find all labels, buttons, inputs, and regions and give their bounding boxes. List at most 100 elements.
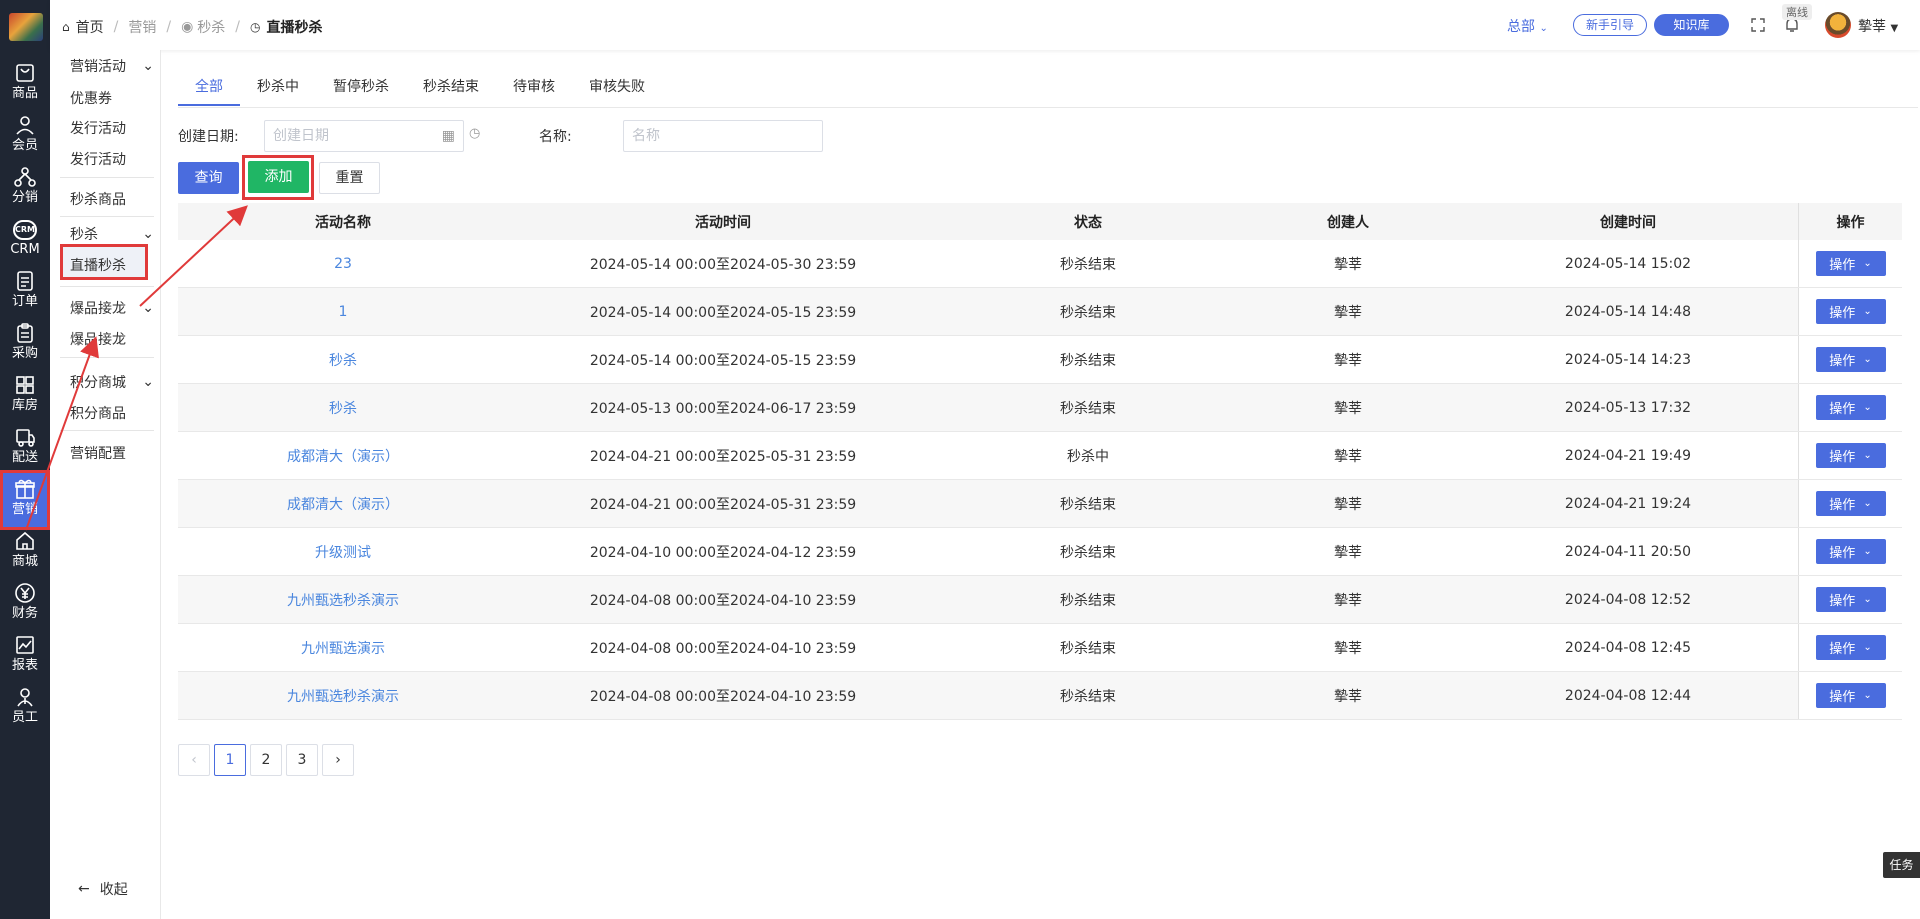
cell-created-time: 2024-04-11 20:50 bbox=[1564, 543, 1692, 560]
cell-creator: 摯莘 bbox=[1334, 304, 1362, 321]
row-actions-label: 操作 bbox=[1829, 642, 1856, 657]
tab-paused[interactable]: 暂停秒杀 bbox=[316, 72, 406, 106]
activity-name-link[interactable]: 九州甄选秒杀演示 bbox=[287, 590, 399, 610]
submenu-item-flash-goods[interactable]: 秒杀商品 bbox=[70, 189, 126, 209]
rail-item-finance[interactable]: 财务 bbox=[0, 574, 50, 634]
rail-item-delivery[interactable]: 配送 bbox=[0, 418, 50, 478]
rail-item-purchase[interactable]: 采购 bbox=[0, 314, 50, 374]
page-2-button[interactable]: 2 bbox=[250, 744, 282, 776]
org-name: 总部 bbox=[1507, 19, 1535, 35]
cell-activity-time: 2024-05-14 00:00至2024-05-30 23:59 bbox=[589, 256, 857, 273]
rail-item-mall[interactable]: 商城 bbox=[0, 522, 50, 582]
activity-name-link[interactable]: 九州甄选演示 bbox=[301, 638, 385, 658]
rail-item-report[interactable]: 报表 bbox=[0, 626, 50, 686]
row-actions-dropdown[interactable]: 操作 ⌄ bbox=[1815, 395, 1886, 420]
breadcrumb-flash[interactable]: 秒杀 bbox=[197, 17, 225, 37]
activity-name-link[interactable]: 秒杀 bbox=[329, 398, 357, 418]
submenu-group-label: 秒杀 bbox=[70, 227, 98, 243]
rail-item-goods[interactable]: 商品 bbox=[0, 54, 50, 114]
submenu-item-coupon[interactable]: 优惠券 bbox=[70, 88, 112, 108]
rail-item-marketing[interactable]: 营销 bbox=[0, 470, 50, 530]
name-input[interactable]: 名称 bbox=[623, 120, 823, 152]
breadcrumb-home[interactable]: 首页 bbox=[76, 17, 104, 37]
row-actions-label: 操作 bbox=[1829, 546, 1856, 561]
chevron-down-icon: ⌄ bbox=[1863, 402, 1872, 413]
activity-name-link[interactable]: 成都清大（演示） bbox=[287, 494, 399, 514]
submenu-group-marketing-activity[interactable]: 营销活动 ⌄ bbox=[70, 56, 154, 76]
cell-activity-time: 2024-04-21 00:00至2024-05-31 23:59 bbox=[589, 496, 857, 513]
add-button[interactable]: 添加 bbox=[248, 161, 309, 193]
cell-status: 秒杀结束 bbox=[1060, 256, 1116, 273]
rail-item-staff[interactable]: 员工 bbox=[0, 678, 50, 738]
submenu-group-points-mall[interactable]: 积分商城 ⌄ bbox=[70, 372, 154, 392]
clock-icon[interactable]: ◷ bbox=[469, 126, 480, 141]
crm-icon: CRM bbox=[13, 220, 37, 240]
activity-name-link[interactable]: 秒杀 bbox=[329, 350, 357, 370]
prev-page-button[interactable]: ‹ bbox=[178, 744, 210, 776]
chevron-down-icon: ⌄ bbox=[1863, 498, 1872, 509]
row-actions-dropdown[interactable]: 操作 ⌄ bbox=[1815, 251, 1886, 276]
row-actions-dropdown[interactable]: 操作 ⌄ bbox=[1815, 491, 1886, 516]
page-3-button[interactable]: 3 bbox=[286, 744, 318, 776]
fullscreen-icon[interactable] bbox=[1751, 18, 1765, 32]
chevron-down-icon: ⌄ bbox=[1863, 690, 1872, 701]
row-actions-dropdown[interactable]: 操作 ⌄ bbox=[1815, 539, 1886, 564]
row-actions-dropdown[interactable]: 操作 ⌄ bbox=[1815, 587, 1886, 612]
row-actions-dropdown[interactable]: 操作 ⌄ bbox=[1815, 683, 1886, 708]
tab-review-failed[interactable]: 审核失败 bbox=[572, 72, 662, 106]
activity-name-link[interactable]: 升级测试 bbox=[315, 542, 371, 562]
delivery-icon bbox=[16, 429, 35, 447]
submenu-item-points-goods[interactable]: 积分商品 bbox=[70, 403, 126, 423]
submenu-item-issue-activity-2[interactable]: 发行活动 bbox=[70, 149, 126, 169]
breadcrumb-marketing[interactable]: 营销 bbox=[128, 17, 156, 37]
row-actions-dropdown[interactable]: 操作 ⌄ bbox=[1815, 635, 1886, 660]
row-actions-dropdown[interactable]: 操作 ⌄ bbox=[1815, 299, 1886, 324]
cell-created-time: 2024-04-08 12:45 bbox=[1564, 639, 1692, 656]
user-menu[interactable]: 摯莘 ▼ bbox=[1858, 16, 1898, 36]
org-switcher[interactable]: 总部 ⌄ bbox=[1507, 16, 1548, 36]
app-logo[interactable] bbox=[9, 13, 43, 41]
cell-activity-name: 秒杀 bbox=[178, 384, 508, 431]
create-date-input[interactable]: 创建日期 ▦ bbox=[264, 120, 464, 152]
rail-item-order[interactable]: 订单 bbox=[0, 262, 50, 322]
tab-pending-review[interactable]: 待审核 bbox=[496, 72, 572, 106]
rail-item-warehouse[interactable]: 库房 bbox=[0, 366, 50, 426]
task-button[interactable]: 任务 bbox=[1883, 852, 1920, 878]
home-icon[interactable]: ⌂ bbox=[62, 20, 70, 34]
breadcrumb-separator: / bbox=[166, 19, 172, 35]
tab-ended[interactable]: 秒杀结束 bbox=[406, 72, 496, 106]
reset-button[interactable]: 重置 bbox=[319, 162, 380, 194]
collapse-menu-button[interactable]: ← 收起 bbox=[78, 879, 128, 899]
row-actions-label: 操作 bbox=[1829, 450, 1856, 465]
cell-activity-name: 九州甄选秒杀演示 bbox=[178, 576, 508, 623]
submenu-item-hot-relay[interactable]: 爆品接龙 bbox=[70, 329, 126, 349]
activity-name-link[interactable]: 成都清大（演示） bbox=[287, 446, 399, 466]
table-row: 秒杀 2024-05-13 00:00至2024-06-17 23:59 秒杀结束 摯… bbox=[178, 384, 1902, 432]
row-actions-dropdown[interactable]: 操作 ⌄ bbox=[1815, 443, 1886, 468]
row-actions-dropdown[interactable]: 操作 ⌄ bbox=[1815, 347, 1886, 372]
activity-name-link[interactable]: 1 bbox=[339, 304, 348, 320]
submenu-item-issue-activity[interactable]: 发行活动 bbox=[70, 118, 126, 138]
page-1-button[interactable]: 1 bbox=[214, 744, 246, 776]
col-header-actions: 操作 bbox=[1798, 203, 1902, 240]
submenu-group-hot-relay[interactable]: 爆品接龙 ⌄ bbox=[70, 298, 154, 318]
tab-all[interactable]: 全部 bbox=[178, 72, 240, 106]
avatar[interactable] bbox=[1825, 12, 1851, 38]
beginner-guide-button[interactable]: 新手引导 bbox=[1573, 14, 1647, 36]
submenu-item-marketing-config[interactable]: 营销配置 bbox=[70, 443, 126, 463]
knowledge-base-button[interactable]: 知识库 bbox=[1654, 14, 1729, 36]
cell-created-time: 2024-04-21 19:49 bbox=[1564, 447, 1692, 464]
rail-item-crm[interactable]: CRM CRM bbox=[0, 210, 50, 270]
query-button[interactable]: 查询 bbox=[178, 162, 239, 194]
cell-activity-time: 2024-05-14 00:00至2024-05-15 23:59 bbox=[589, 352, 857, 369]
submenu-group-flash[interactable]: 秒杀 ⌄ bbox=[70, 224, 154, 244]
rail-item-distribution[interactable]: 分销 bbox=[0, 158, 50, 218]
cell-activity-name: 1 bbox=[178, 288, 508, 335]
activity-name-link[interactable]: 九州甄选秒杀演示 bbox=[287, 686, 399, 706]
rail-item-member[interactable]: 会员 bbox=[0, 106, 50, 166]
next-page-button[interactable]: › bbox=[322, 744, 354, 776]
submenu-item-live-flash[interactable]: 直播秒杀 bbox=[70, 255, 126, 275]
activity-name-link[interactable]: 23 bbox=[334, 256, 352, 272]
cell-creator: 摯莘 bbox=[1334, 688, 1362, 705]
tab-in-progress[interactable]: 秒杀中 bbox=[240, 72, 316, 106]
